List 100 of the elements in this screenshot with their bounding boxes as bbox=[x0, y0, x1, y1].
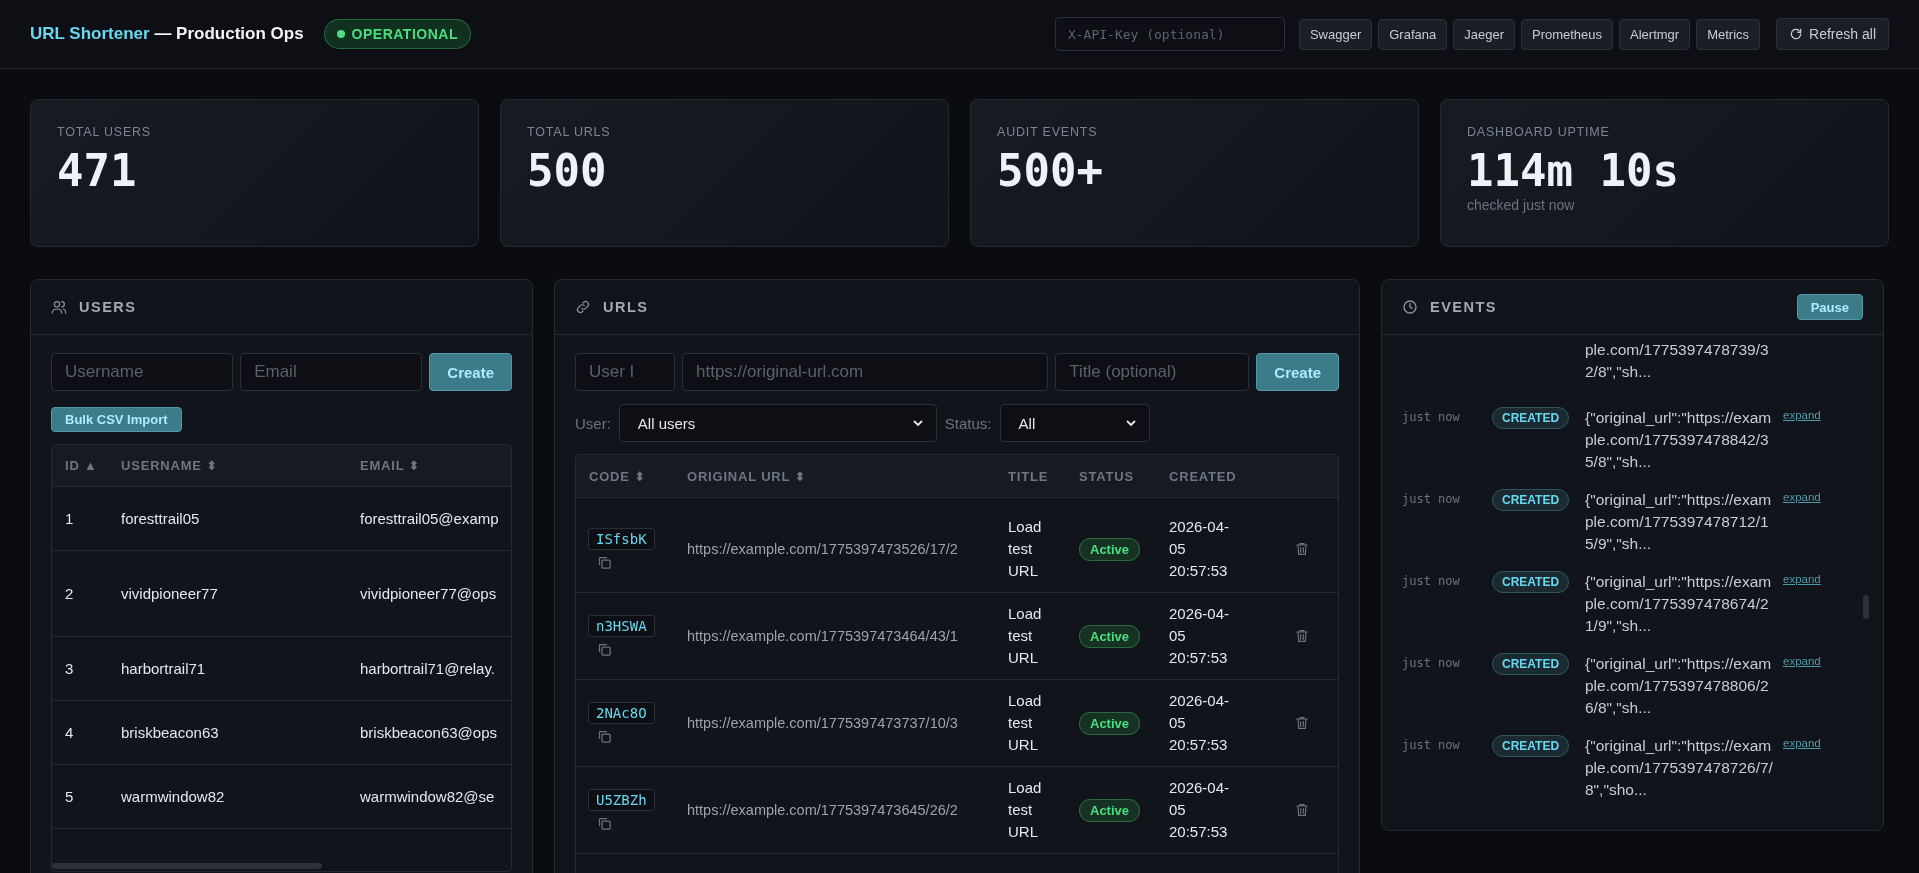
tool-link-button[interactable]: Grafana bbox=[1378, 18, 1448, 50]
table-cell-text: harbortrail71@relay. bbox=[359, 660, 494, 677]
table-cell-text: Load test URL bbox=[1008, 517, 1043, 581]
api-key-field[interactable]: X-API-Key (optional) bbox=[1054, 17, 1285, 51]
event-type-badge: CREATED bbox=[1492, 571, 1570, 593]
table-cell-text: Load test URL bbox=[1008, 691, 1043, 755]
event-detail: {"original_url":"https://example.com/1775397478712/15/9","sh... bbox=[1585, 490, 1773, 554]
table-cell-text: 2026-04-05 20:57:53 bbox=[1169, 778, 1231, 842]
table-cell-text: warmwindow82 bbox=[120, 788, 226, 805]
trash-icon[interactable] bbox=[1294, 802, 1310, 818]
short-code[interactable]: U5ZBZh bbox=[588, 789, 655, 811]
panel-title: EVENTS bbox=[1430, 299, 1497, 315]
tool-link-button[interactable]: Prometheus bbox=[1520, 18, 1614, 50]
stat-label: TOTAL URLS bbox=[527, 125, 612, 139]
title-field[interactable]: Title (optional) bbox=[1055, 353, 1250, 391]
trash-icon[interactable] bbox=[1294, 541, 1310, 557]
username-field[interactable]: Username bbox=[51, 353, 234, 391]
event-type-badge: CREATED bbox=[1492, 407, 1570, 429]
stat-note: checked just now bbox=[1467, 197, 1576, 214]
user-filter-dropdown[interactable]: All users bbox=[618, 404, 937, 442]
refresh-button[interactable]: Refresh all bbox=[1776, 18, 1889, 50]
event-time: just now bbox=[1402, 737, 1461, 754]
scrollbar[interactable] bbox=[52, 863, 322, 869]
event-detail: {"original_url":"https://example.com/1775397478806/26/8","sh... bbox=[1585, 654, 1773, 718]
status-badge: Active bbox=[1079, 712, 1141, 735]
tool-link-button[interactable]: Metrics bbox=[1696, 18, 1761, 50]
table-cell-text: 2026-04-05 20:57:53 bbox=[1169, 604, 1231, 668]
refresh-icon bbox=[1789, 27, 1804, 41]
expand-link[interactable]: expand bbox=[1773, 407, 1823, 421]
table-cell-text: 1 bbox=[64, 510, 75, 527]
email-field[interactable]: Email bbox=[240, 353, 423, 391]
status-badge: OPERATIONAL bbox=[323, 19, 471, 49]
column-header[interactable]: CODE ⬍ bbox=[576, 468, 674, 484]
chevron-icon bbox=[911, 417, 924, 429]
table-cell-text: vividpioneer77@ops bbox=[359, 585, 494, 602]
column-header[interactable]: EMAIL ⬍ bbox=[347, 458, 494, 473]
chevron-icon bbox=[1124, 417, 1137, 429]
expand-link[interactable]: expand bbox=[1773, 735, 1823, 749]
column-header[interactable]: ID ▲ bbox=[52, 458, 108, 473]
event-time: just now bbox=[1402, 491, 1461, 508]
link-icon bbox=[575, 299, 591, 315]
table-cell-text: https://example.com/1775397473645/26/2 bbox=[686, 802, 959, 818]
bulk-import-button[interactable]: Bulk CSV Import bbox=[51, 407, 182, 432]
copy-icon[interactable] bbox=[597, 555, 612, 570]
column-header: CREATED bbox=[1169, 468, 1238, 484]
create-button[interactable]: Create bbox=[429, 353, 512, 391]
column-header[interactable]: ORIGINAL URL ⬍ bbox=[674, 468, 1008, 484]
table-cell-text: https://example.com/1775397473464/43/1 bbox=[686, 628, 959, 644]
stat-value: 471 bbox=[57, 147, 138, 196]
status-badge: Active bbox=[1079, 799, 1141, 822]
trash-icon[interactable] bbox=[1294, 628, 1310, 644]
short-code[interactable]: ISfsbK bbox=[588, 528, 655, 550]
tool-link-button[interactable]: Alertmgr bbox=[1619, 18, 1691, 50]
expand-link[interactable]: expand bbox=[1773, 653, 1823, 667]
copy-icon[interactable] bbox=[597, 729, 612, 744]
table-cell-text: 2026-04-05 20:57:53 bbox=[1169, 691, 1231, 755]
short-code[interactable]: n3HSWA bbox=[588, 615, 655, 637]
stat-value: 114m 10s bbox=[1467, 147, 1680, 196]
table-cell-text: harbortrail71 bbox=[120, 660, 207, 677]
table-cell-text: warmwindow82@se bbox=[359, 788, 494, 805]
column-header[interactable]: USERNAME ⬍ bbox=[108, 458, 347, 473]
original-url-field[interactable]: https://original-url.com bbox=[682, 353, 1049, 391]
event-detail: {"original_url":"https://example.com/1775397478674/21/9","sh... bbox=[1585, 572, 1773, 636]
users-icon bbox=[51, 299, 67, 315]
event-time: just now bbox=[1402, 573, 1461, 590]
clock-icon bbox=[1402, 299, 1418, 315]
table-cell-text: 3 bbox=[64, 660, 75, 677]
table-cell-text: 2026-04-05 20:57:53 bbox=[1169, 517, 1231, 581]
copy-icon[interactable] bbox=[597, 816, 612, 831]
event-detail: {"original_url":"https://example.com/1775397478726/7/8","sho... bbox=[1585, 736, 1773, 800]
user-id-field[interactable]: User I bbox=[575, 353, 675, 391]
column-header: STATUS bbox=[1079, 468, 1135, 484]
tool-link-button[interactable]: Jaeger bbox=[1453, 18, 1515, 50]
table-cell-text: 2 bbox=[64, 585, 75, 602]
stat-label: DASHBOARD UPTIME bbox=[1467, 125, 1611, 139]
create-button[interactable]: Create bbox=[1256, 353, 1339, 391]
app-title: URL Shortener — Production Ops bbox=[30, 24, 304, 44]
stat-value: 500 bbox=[527, 147, 608, 196]
event-detail: {"original_url":"https://example.com/1775397478842/35/8","sh... bbox=[1585, 408, 1773, 472]
stat-value: 500+ bbox=[997, 147, 1104, 196]
short-code[interactable]: 2NAc8O bbox=[588, 702, 655, 724]
table-cell-text: Load test URL bbox=[1008, 604, 1043, 668]
trash-icon[interactable] bbox=[1294, 715, 1310, 731]
panel-title: USERS bbox=[79, 299, 137, 315]
status-filter-dropdown[interactable]: All bbox=[999, 404, 1150, 442]
expand-link[interactable]: expand bbox=[1773, 571, 1823, 585]
table-cell-text: 5 bbox=[64, 788, 75, 805]
table-cell-text: https://example.com/1775397473526/17/2 bbox=[686, 541, 959, 557]
event-type-badge: CREATED bbox=[1492, 489, 1570, 511]
table-cell-text: 4 bbox=[64, 724, 75, 741]
copy-icon[interactable] bbox=[597, 642, 612, 657]
event-detail: ple.com/1775397478739/32/8","sh... bbox=[1585, 340, 1770, 382]
tool-link-button[interactable]: Swagger bbox=[1298, 18, 1373, 50]
scrollbar[interactable] bbox=[1863, 595, 1869, 619]
expand-link[interactable]: expand bbox=[1773, 489, 1823, 503]
table-cell-text: briskbeacon63 bbox=[120, 724, 220, 741]
table-cell-text: vividpioneer77 bbox=[120, 585, 219, 602]
status-badge: Active bbox=[1079, 538, 1141, 561]
pause-button[interactable]: Pause bbox=[1796, 294, 1863, 320]
column-header: TITLE bbox=[1008, 468, 1050, 484]
